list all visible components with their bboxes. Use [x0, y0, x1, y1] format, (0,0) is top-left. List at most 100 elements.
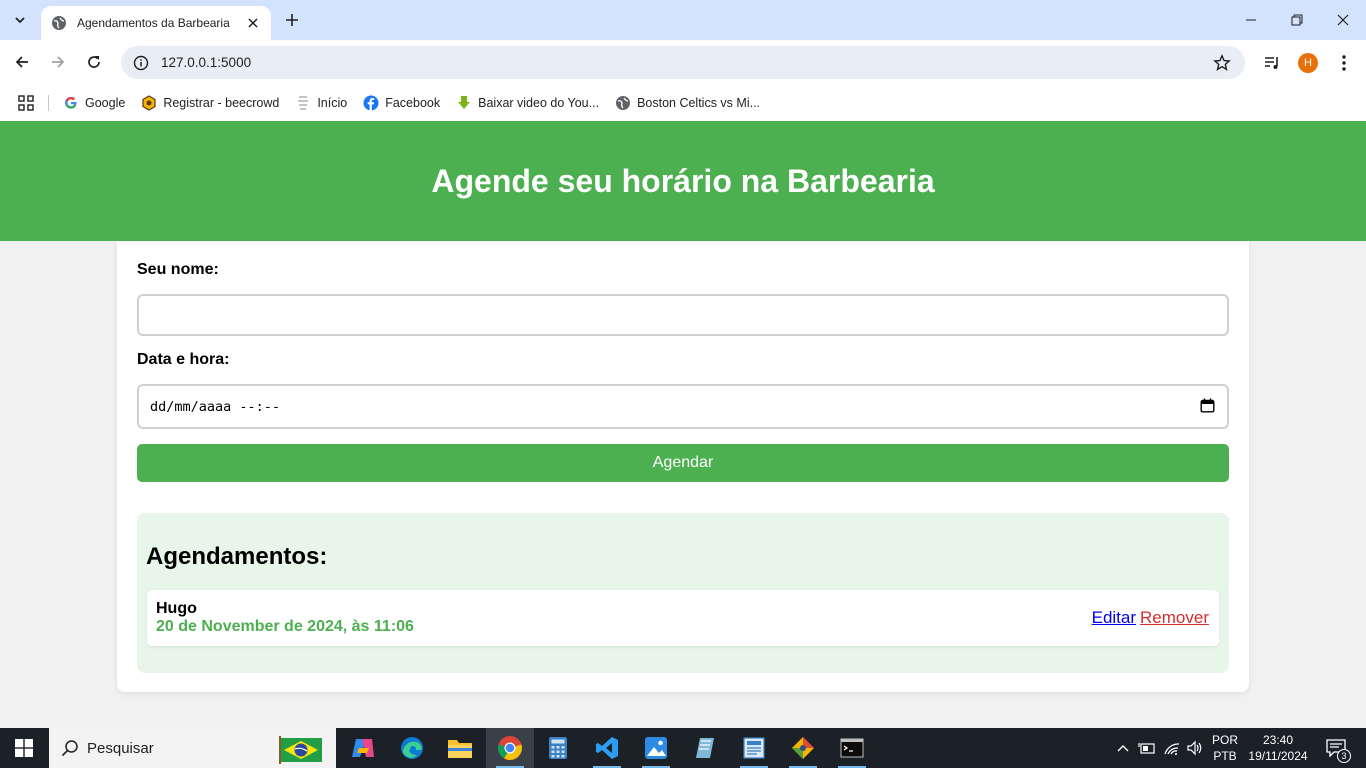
- forward-button[interactable]: [44, 48, 72, 76]
- browser-menu-button[interactable]: [1333, 52, 1355, 74]
- vscode-icon: [596, 737, 618, 759]
- appointment-name: Hugo: [156, 600, 197, 617]
- page-viewport: Agende seu horário na Barbearia Seu nome…: [0, 121, 1366, 728]
- page-icon: [295, 95, 311, 111]
- browser-toolbar: 127.0.0.1:5000 H: [0, 40, 1366, 85]
- remove-link[interactable]: Remover: [1140, 608, 1209, 627]
- browser-tab-active[interactable]: Agendamentos da Barbearia: [41, 6, 271, 40]
- search-placeholder: Pesquisar: [87, 739, 154, 757]
- appointment-actions: Editar Remover: [1092, 608, 1209, 628]
- notepad-icon: [696, 738, 714, 758]
- back-button[interactable]: [8, 48, 36, 76]
- edge-icon: [401, 737, 423, 759]
- clock-time: 23:40: [1262, 733, 1293, 747]
- paint-icon: [743, 737, 765, 759]
- agendar-button[interactable]: Agendar: [137, 444, 1229, 482]
- chevron-down-icon: [15, 17, 25, 24]
- photos-icon: [645, 737, 667, 759]
- bookmark-facebook[interactable]: Facebook: [363, 95, 440, 111]
- tray-volume[interactable]: [1184, 728, 1206, 768]
- new-tab-button[interactable]: [280, 8, 304, 32]
- bookmark-label: Registrar - beecrowd: [163, 96, 280, 110]
- more-vertical-icon: [1342, 55, 1346, 71]
- terminal-icon: [840, 738, 864, 758]
- notification-count-badge: 3: [1337, 749, 1351, 763]
- datetime-input[interactable]: dd/mm/aaaa --:--: [137, 384, 1229, 429]
- taskbar-search[interactable]: Pesquisar: [49, 728, 336, 768]
- appointments-heading: Agendamentos:: [146, 543, 328, 570]
- bookmark-label: Google: [85, 96, 126, 110]
- site-info-icon[interactable]: [133, 55, 149, 71]
- bookmark-beecrowd[interactable]: Registrar - beecrowd: [141, 95, 279, 111]
- name-label: Seu nome:: [137, 261, 219, 278]
- taskbar-vscode[interactable]: [583, 728, 631, 768]
- bookmark-star-icon[interactable]: [1213, 53, 1231, 72]
- taskbar-notepad[interactable]: [681, 728, 729, 768]
- tab-search-button[interactable]: [6, 6, 34, 34]
- reload-button[interactable]: [80, 48, 108, 76]
- language-code: POR: [1211, 733, 1238, 747]
- taskbar-edge[interactable]: [388, 728, 436, 768]
- close-window-button[interactable]: [1320, 0, 1366, 40]
- beecrowd-icon: [141, 95, 157, 111]
- name-input[interactable]: [137, 294, 1229, 336]
- taskbar-photos[interactable]: [632, 728, 680, 768]
- bookmark-inicio[interactable]: Início: [295, 95, 347, 111]
- url-text[interactable]: 127.0.0.1:5000: [161, 55, 1213, 70]
- appointment-datetime: 20 de November de 2024, às 11:06: [156, 618, 414, 635]
- taskbar-file-explorer[interactable]: [436, 728, 484, 768]
- page-header: Agende seu horário na Barbearia: [0, 121, 1366, 241]
- playlist-icon: [1265, 57, 1278, 69]
- minimize-button[interactable]: [1228, 0, 1274, 40]
- clock: 23:40 19/11/2024: [1248, 732, 1307, 764]
- tray-clock[interactable]: 23:40 19/11/2024: [1244, 728, 1312, 768]
- taskbar-terminal[interactable]: [828, 728, 876, 768]
- notification-center-button[interactable]: 3: [1318, 728, 1354, 768]
- taskbar-calculator[interactable]: [534, 728, 582, 768]
- battery-icon: [1138, 743, 1155, 754]
- taskbar: Pesquisar POR PTB 23:40 19/11/2024 3: [0, 728, 1366, 768]
- close-icon: [1337, 14, 1349, 26]
- datetime-label: Data e hora:: [137, 351, 230, 368]
- bookmark-baixar-video[interactable]: Baixar video do You...: [456, 95, 599, 111]
- brazil-flag-icon: [278, 734, 324, 764]
- datetime-placeholder: dd/mm/aaaa --:--: [150, 398, 281, 415]
- bookmark-label: Baixar video do You...: [478, 96, 600, 110]
- address-bar[interactable]: 127.0.0.1:5000: [121, 46, 1245, 79]
- calendar-icon[interactable]: [1200, 398, 1215, 413]
- chevron-up-icon: [1117, 745, 1129, 752]
- tray-network[interactable]: [1160, 728, 1184, 768]
- copilot-icon: [352, 739, 374, 757]
- browser-tabstrip: Agendamentos da Barbearia: [0, 0, 1366, 40]
- bookmarks-bar: Google Registrar - beecrowd Início Faceb…: [0, 85, 1366, 121]
- facebook-icon: [363, 95, 379, 111]
- taskbar-git-gui[interactable]: [779, 728, 827, 768]
- chrome-icon: [498, 736, 522, 760]
- folder-icon: [448, 740, 472, 758]
- tray-overflow-button[interactable]: [1112, 728, 1134, 768]
- taskbar-chrome[interactable]: [486, 728, 534, 768]
- windows-logo-icon: [15, 739, 33, 757]
- taskbar-copilot[interactable]: [339, 728, 387, 768]
- tab-close-button[interactable]: [245, 15, 261, 31]
- arrow-left-icon: [15, 56, 28, 68]
- bookmark-label: Início: [317, 96, 348, 110]
- tray-language[interactable]: POR PTB: [1206, 728, 1244, 768]
- calculator-icon: [549, 737, 567, 759]
- taskbar-paint[interactable]: [730, 728, 778, 768]
- profile-button[interactable]: H: [1297, 52, 1319, 74]
- clock-date: 19/11/2024: [1248, 749, 1308, 763]
- apps-grid-icon[interactable]: [18, 95, 34, 111]
- download-icon: [456, 95, 472, 111]
- close-icon: [248, 18, 258, 28]
- edit-link[interactable]: Editar: [1092, 608, 1136, 627]
- start-button[interactable]: [0, 728, 48, 768]
- bookmark-google[interactable]: Google: [63, 95, 125, 111]
- media-control-button[interactable]: [1261, 52, 1283, 74]
- restore-button[interactable]: [1274, 0, 1320, 40]
- bookmark-label: Facebook: [385, 96, 441, 110]
- tray-battery[interactable]: [1136, 728, 1158, 768]
- restore-icon: [1291, 14, 1303, 26]
- bookmark-boston-celtics[interactable]: Boston Celtics vs Mi...: [615, 95, 760, 111]
- list-item: Hugo 20 de November de 2024, às 11:06 Ed…: [147, 590, 1219, 646]
